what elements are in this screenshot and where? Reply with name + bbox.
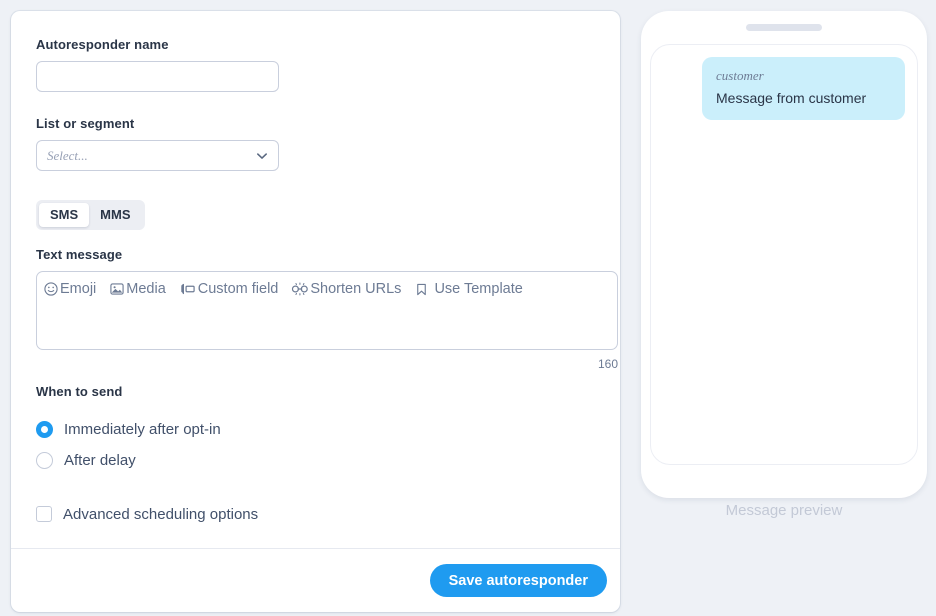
media-label: Media <box>126 281 166 297</box>
form-body: Autoresponder name List or segment Selec… <box>11 11 620 548</box>
radio-after-delay[interactable]: After delay <box>36 448 595 472</box>
checkbox-label-advanced: Advanced scheduling options <box>63 505 259 523</box>
save-autoresponder-button[interactable]: Save autoresponder <box>429 564 607 597</box>
text-message-editor[interactable]: Emoji Media Custom field Shorten URLs Us… <box>36 271 618 350</box>
message-sender: customer <box>716 68 764 83</box>
custom-field-icon <box>179 281 197 297</box>
character-counter: 160 <box>597 357 618 371</box>
emoji-button[interactable]: Emoji <box>43 281 96 297</box>
radio-immediately-after-opt-in[interactable]: Immediately after opt-in <box>36 417 595 441</box>
media-button[interactable]: Media <box>109 281 166 297</box>
list-or-segment-select-wrap: Select... <box>36 140 279 171</box>
message-body: Message from customer <box>716 90 867 106</box>
message-type-toggle: SMS MMS <box>36 200 145 230</box>
message-bubble: customer Message from customer <box>702 57 905 120</box>
checkbox-advanced-scheduling[interactable]: Advanced scheduling options <box>36 502 595 526</box>
phone-screen: customer Message from customer <box>650 44 918 465</box>
image-icon <box>109 281 125 297</box>
shorten-urls-button[interactable]: Shorten URLs <box>291 281 401 297</box>
radio-indicator-after-delay <box>36 451 53 469</box>
tab-sms[interactable]: SMS <box>39 203 90 227</box>
checkbox-indicator-advanced <box>36 506 52 522</box>
form-footer: Save autoresponder <box>11 548 620 612</box>
bookmark-icon <box>414 281 429 298</box>
autoresponder-name-label: Autoresponder name <box>36 37 169 52</box>
emoji-label: Emoji <box>60 281 97 297</box>
autoresponder-form-card: Autoresponder name List or segment Selec… <box>11 11 620 612</box>
list-or-segment-label: List or segment <box>36 116 135 131</box>
link-icon <box>291 281 309 297</box>
custom-field-label: Custom field <box>197 281 279 297</box>
custom-field-button[interactable]: Custom field <box>179 281 279 297</box>
use-template-label: Use Template <box>434 281 523 297</box>
phone-speaker-icon <box>746 24 822 31</box>
preview-caption: Message preview <box>725 502 843 519</box>
list-or-segment-select[interactable]: Select... <box>36 140 279 171</box>
smiley-icon <box>43 281 59 297</box>
radio-label-after-delay: After delay <box>64 451 136 469</box>
text-message-label: Text message <box>36 247 123 262</box>
autoresponder-name-input[interactable] <box>36 61 279 92</box>
list-or-segment-selected-value: Select... <box>47 147 88 163</box>
radio-label-immediately: Immediately after opt-in <box>64 420 221 438</box>
shorten-urls-label: Shorten URLs <box>310 281 402 297</box>
phone-preview: customer Message from customer <box>641 11 927 498</box>
when-to-send-label: When to send <box>36 384 123 399</box>
editor-toolbar: Emoji Media Custom field Shorten URLs Us… <box>37 272 617 301</box>
tab-mms[interactable]: MMS <box>89 203 141 227</box>
use-template-button[interactable]: Use Template <box>414 281 523 298</box>
radio-indicator-immediately <box>36 420 53 438</box>
